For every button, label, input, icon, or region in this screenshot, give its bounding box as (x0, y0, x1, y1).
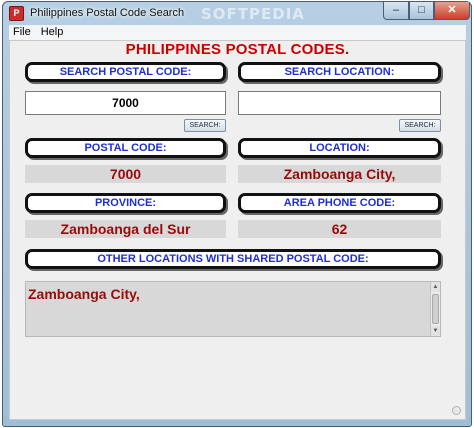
maximize-button[interactable]: □ (409, 2, 434, 20)
province-label: PROVINCE: (25, 193, 226, 213)
menu-bar: File Help (9, 25, 466, 40)
minimize-button[interactable]: – (383, 2, 409, 20)
page-title: PHILIPPINES POSTAL CODES. (125, 41, 350, 58)
title-bar[interactable]: P Philippines Postal Code Search SOFTPED… (3, 2, 471, 24)
postal-code-search-input[interactable] (25, 91, 226, 115)
location-search-input[interactable] (238, 91, 441, 115)
close-button[interactable]: ✕ (434, 2, 470, 20)
location-value: Zamboanga City, (238, 165, 441, 183)
search-location-button[interactable]: SEARCH: (399, 119, 441, 132)
scroll-up-icon[interactable]: ▲ (431, 282, 440, 292)
area-phone-code-value: 62 (238, 220, 441, 238)
menu-help[interactable]: Help (41, 26, 64, 38)
search-postal-code-button[interactable]: SEARCH: (184, 119, 226, 132)
scroll-thumb[interactable] (432, 294, 439, 324)
menu-file[interactable]: File (13, 26, 31, 38)
location-label: LOCATION: (238, 138, 441, 158)
watermark-text: SOFTPEDIA (201, 5, 305, 23)
vertical-scrollbar[interactable]: ▲ ▼ (430, 282, 440, 336)
area-phone-code-label: AREA PHONE CODE: (238, 193, 441, 213)
shared-locations-label: OTHER LOCATIONS WITH SHARED POSTAL CODE: (25, 249, 441, 269)
app-window: P Philippines Postal Code Search SOFTPED… (2, 1, 472, 427)
shared-locations-text: Zamboanga City, (28, 286, 140, 302)
main-panel: PHILIPPINES POSTAL CODES. SEARCH POSTAL … (9, 40, 466, 420)
window-title: Philippines Postal Code Search (30, 7, 185, 19)
resize-grip-icon[interactable] (452, 406, 461, 415)
province-value: Zamboanga del Sur (25, 220, 226, 238)
postal-code-value: 7000 (25, 165, 226, 183)
postal-code-label: POSTAL CODE: (25, 138, 226, 158)
search-postal-code-label: SEARCH POSTAL CODE: (25, 62, 226, 82)
shared-locations-textarea[interactable]: Zamboanga City, ▲ ▼ (25, 281, 441, 337)
scroll-down-icon[interactable]: ▼ (431, 326, 440, 336)
search-location-label: SEARCH LOCATION: (238, 62, 441, 82)
app-icon[interactable]: P (9, 6, 24, 21)
